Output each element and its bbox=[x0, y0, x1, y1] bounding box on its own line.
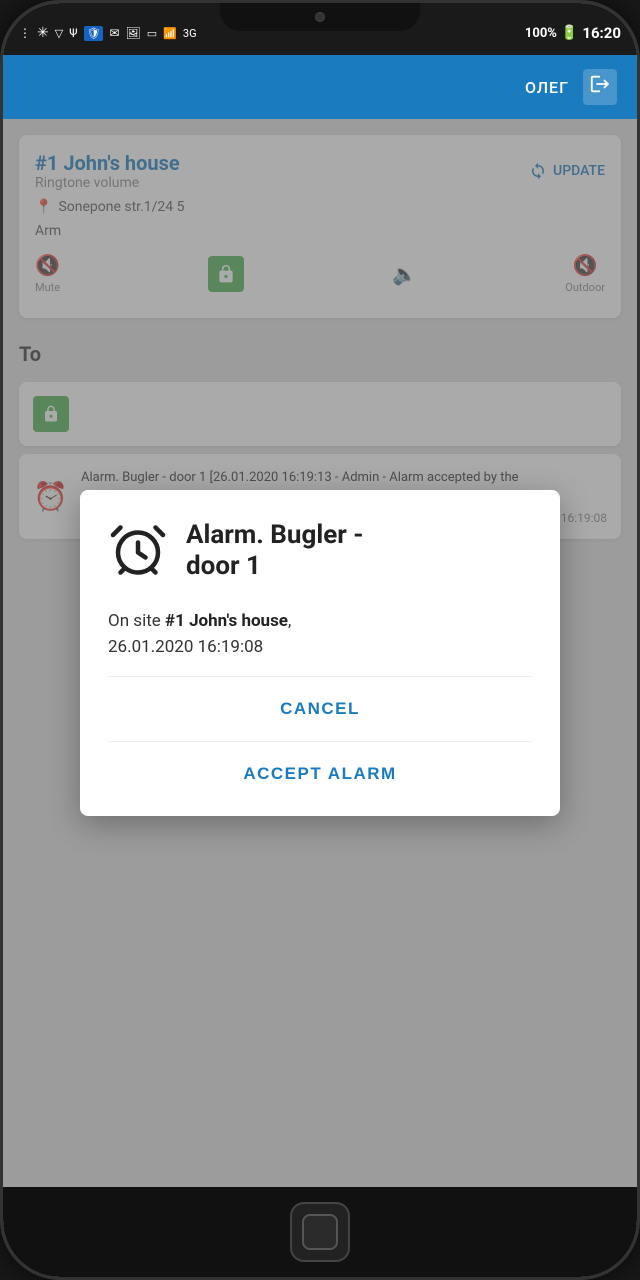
camera bbox=[315, 12, 325, 22]
status-left: ⋮ ✳ ▽ Ψ 🛡 ✉ 🖼 ▭ 📶 3G bbox=[19, 25, 197, 41]
battery-percent: 100% bbox=[525, 26, 557, 41]
dialog-body-text: On site #1 John's house, 26.01.2020 16:1… bbox=[108, 609, 532, 660]
clock: 16:20 bbox=[582, 24, 621, 42]
bottom-bar bbox=[3, 1187, 637, 1277]
dialog-actions: CANCEL ACCEPT ALARM bbox=[108, 677, 532, 806]
dialog-body: On site #1 John's house, 26.01.2020 16:1… bbox=[108, 609, 532, 677]
dialog-title: Alarm. Bugler -door 1 bbox=[186, 520, 363, 582]
status-right: 100% 🔋 16:20 bbox=[525, 24, 621, 42]
home-button[interactable] bbox=[290, 1202, 350, 1262]
vpn-icon: ▽ bbox=[55, 27, 63, 40]
shield-icon: 🛡 bbox=[84, 26, 104, 41]
dialog-site-bold: #1 John's house bbox=[165, 611, 288, 631]
dialog-alarm-icon bbox=[108, 520, 168, 589]
wifi-signal-icon: 📶 bbox=[163, 27, 177, 40]
menu-dots-icon: ⋮ bbox=[19, 26, 31, 40]
alarm-dialog: Alarm. Bugler -door 1 On site #1 John's … bbox=[80, 490, 560, 816]
logout-button[interactable] bbox=[583, 69, 617, 105]
battery-icon: 🔋 bbox=[561, 25, 578, 41]
top-bar: ОЛЕГ bbox=[3, 55, 637, 119]
image-icon: 🖼 bbox=[126, 26, 141, 40]
top-notch bbox=[220, 3, 420, 31]
cancel-button[interactable]: CANCEL bbox=[108, 677, 532, 742]
phone-inner: ⋮ ✳ ▽ Ψ 🛡 ✉ 🖼 ▭ 📶 3G 100% 🔋 16:20 bbox=[3, 3, 637, 1277]
tablet-icon: ▭ bbox=[147, 27, 157, 40]
app-screen: ⋮ ✳ ▽ Ψ 🛡 ✉ 🖼 ▭ 📶 3G 100% 🔋 16:20 bbox=[3, 3, 637, 1187]
accept-alarm-button[interactable]: ACCEPT ALARM bbox=[108, 742, 532, 806]
signal-bars-icon: 3G bbox=[183, 27, 197, 40]
gmail-icon: ✉ bbox=[109, 26, 119, 40]
username-label: ОЛЕГ bbox=[525, 78, 569, 97]
dialog-header: Alarm. Bugler -door 1 bbox=[108, 520, 532, 589]
phone-frame: ⋮ ✳ ▽ Ψ 🛡 ✉ 🖼 ▭ 📶 3G 100% 🔋 16:20 bbox=[0, 0, 640, 1280]
content-area: #1 John's house Ringtone volume UPDATE bbox=[3, 119, 637, 1187]
home-button-inner bbox=[302, 1214, 338, 1250]
wifi-asterisk-icon: ✳ bbox=[37, 25, 49, 41]
usb-icon: Ψ bbox=[69, 26, 77, 40]
